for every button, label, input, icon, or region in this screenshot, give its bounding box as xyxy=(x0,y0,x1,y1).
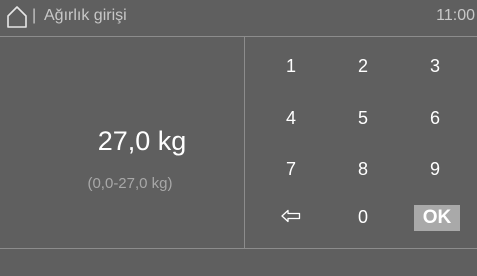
key-1[interactable]: 1 xyxy=(261,48,321,84)
key-3[interactable]: 3 xyxy=(405,48,465,84)
backspace-button[interactable] xyxy=(261,199,321,235)
weight-value: 27,0 kg xyxy=(97,126,187,156)
key-8[interactable]: 8 xyxy=(333,151,393,187)
header-bar: | Ağırlık girişi 11:00 xyxy=(0,0,477,34)
key-9[interactable]: 9 xyxy=(405,151,465,187)
key-7[interactable]: 7 xyxy=(261,151,321,187)
clock-time: 11:00 xyxy=(436,7,475,24)
header-divider xyxy=(0,36,477,37)
key-4[interactable]: 4 xyxy=(261,100,321,136)
key-0[interactable]: 0 xyxy=(333,199,393,235)
weight-display-panel: 27,0 kg (0,0-27,0 kg) xyxy=(0,38,244,248)
weight-range: (0,0-27,0 kg) xyxy=(87,175,173,192)
page-title: Ağırlık girişi xyxy=(44,7,127,24)
key-6[interactable]: 6 xyxy=(405,100,465,136)
home-icon[interactable] xyxy=(6,5,28,29)
key-2[interactable]: 2 xyxy=(333,48,393,84)
key-5[interactable]: 5 xyxy=(333,100,393,136)
numeric-keypad: 1 2 3 4 5 6 7 8 9 0 OK xyxy=(245,38,477,248)
backspace-arrow-icon xyxy=(281,207,301,228)
ok-button[interactable]: OK xyxy=(414,205,460,231)
header-separator: | xyxy=(32,7,37,24)
footer-bar xyxy=(0,249,477,276)
